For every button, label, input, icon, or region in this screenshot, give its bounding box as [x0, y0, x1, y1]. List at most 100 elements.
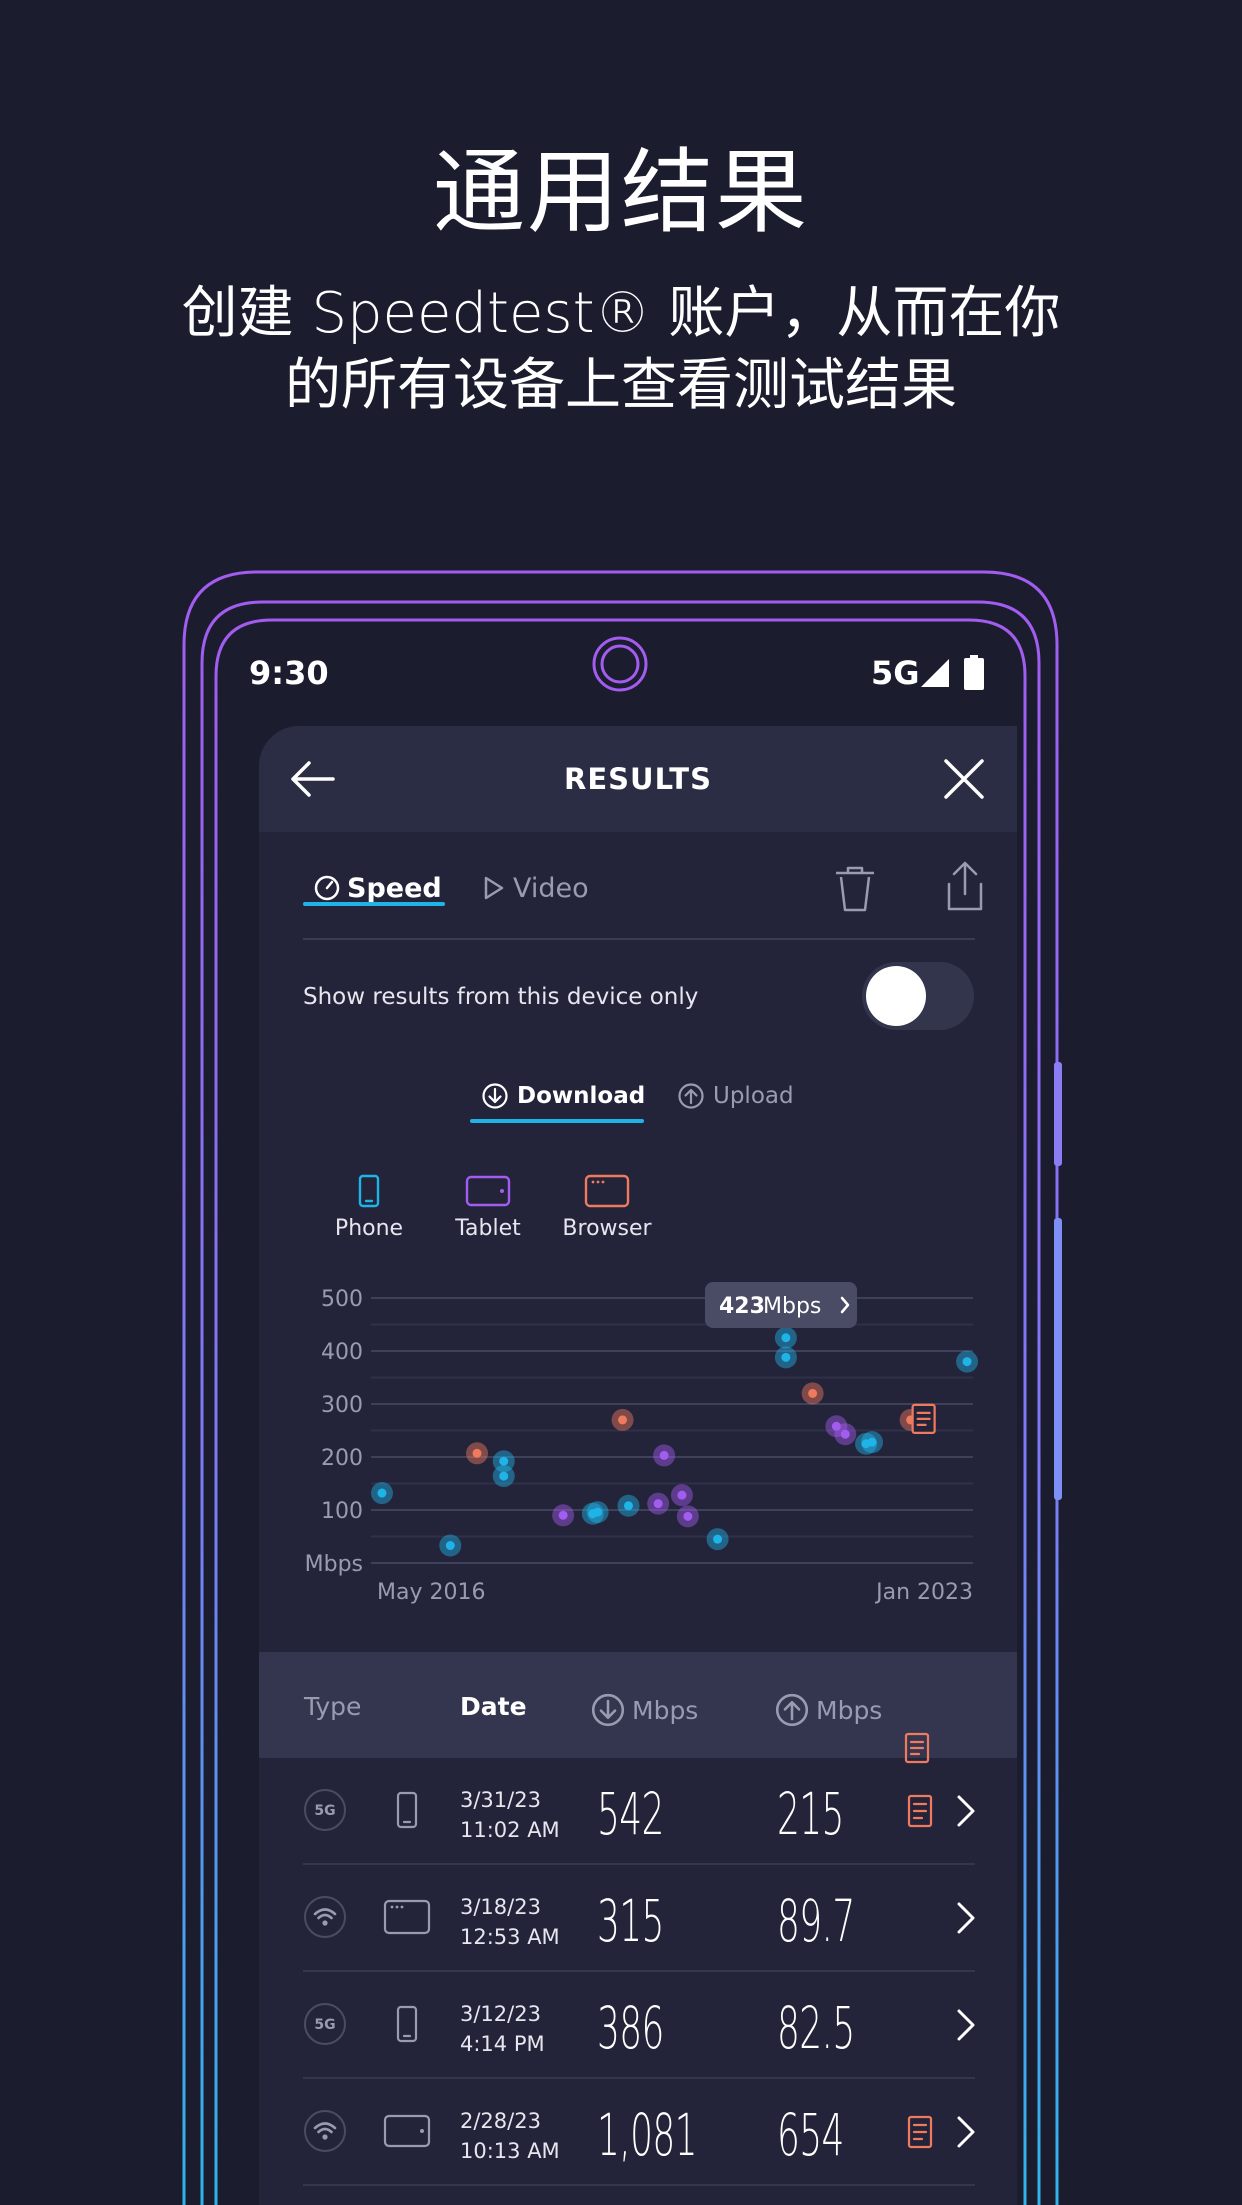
data-point-phone — [781, 1352, 791, 1362]
row-date-time: 11:02 AM — [460, 1818, 560, 1842]
row-date-day: 3/31/23 — [460, 1788, 541, 1812]
row-date: 3/12/23 4:14 PM — [460, 1999, 545, 2059]
row-date-day: 3/12/23 — [460, 2002, 541, 2026]
data-point-tablet — [659, 1450, 669, 1460]
y-tick-label: 100 — [321, 1499, 363, 1524]
column-upload-label: Mbps — [816, 1695, 883, 1725]
battery-icon — [964, 655, 984, 690]
active-tab-indicator — [303, 902, 445, 906]
data-point-phone — [781, 1333, 791, 1343]
row-date-day: 3/18/23 — [460, 1895, 541, 1919]
note-icon[interactable] — [907, 1794, 933, 1828]
direction-indicator — [470, 1119, 644, 1123]
gauge-icon — [314, 875, 340, 901]
phone-icon — [396, 1791, 418, 1829]
legend-browser[interactable]: Browser — [547, 1174, 667, 1241]
note-marker-icon — [911, 1403, 936, 1434]
download-icon — [591, 1693, 625, 1727]
data-point-phone — [623, 1501, 633, 1511]
data-point-phone — [499, 1456, 509, 1466]
tooltip-value: 423 — [719, 1294, 765, 1319]
legend-phone[interactable]: Phone — [309, 1174, 429, 1241]
row-divider — [303, 2184, 975, 2186]
note-icon[interactable] — [907, 2115, 933, 2149]
tab-video-label: Video — [513, 872, 589, 904]
divider — [303, 938, 975, 940]
tablet-icon — [383, 2114, 431, 2148]
row-upload-value: 215 — [777, 1780, 844, 1848]
chevron-right-icon — [957, 1795, 975, 1827]
data-point-tablet — [683, 1511, 693, 1521]
row-upload-value: 82.5 — [777, 1994, 855, 2062]
svg-text:5G: 5G — [314, 2017, 335, 2033]
row-download-value: 542 — [597, 1780, 664, 1848]
row-date: 3/18/23 12:53 AM — [460, 1892, 560, 1952]
tab-video[interactable]: Video — [481, 868, 589, 908]
browser-icon — [383, 1899, 431, 1935]
results-table-header: Type Date Mbps Mbps — [259, 1652, 1017, 1764]
trash-icon[interactable] — [833, 864, 877, 914]
upload-icon — [678, 1083, 704, 1109]
browser-icon — [584, 1174, 630, 1208]
y-tick-label: 500 — [321, 1287, 363, 1312]
table-row[interactable]: 5G 3/31/23 11:02 AM 542 215 — [259, 1758, 1017, 1865]
row-date-time: 12:53 AM — [460, 1925, 560, 1949]
legend-browser-label: Browser — [562, 1216, 652, 1241]
table-row[interactable]: 5G 3/12/23 4:14 PM 386 82.5 — [259, 1972, 1017, 2079]
table-row[interactable]: 2/28/23 10:13 AM 1,081 654 — [259, 2079, 1017, 2186]
row-download-value: 315 — [597, 1887, 664, 1955]
x-end-label: Jan 2023 — [874, 1580, 973, 1605]
tab-download-label: Download — [517, 1083, 646, 1109]
tooltip-unit: Mbps — [763, 1294, 821, 1319]
column-upload[interactable]: Mbps — [774, 1692, 882, 1728]
wifi-icon — [304, 1896, 346, 1938]
data-point-browser — [618, 1415, 628, 1425]
y-tick-label: 200 — [321, 1446, 363, 1471]
download-scatter-chart: 500400300200100MbpsMay 2016 Jan 2023423Mb… — [305, 1282, 979, 1605]
data-point-phone — [377, 1488, 387, 1498]
device-only-label: Show results from this device only — [303, 984, 699, 1010]
data-point-browser — [472, 1448, 482, 1458]
row-date-day: 2/28/23 — [460, 2109, 541, 2133]
legend-phone-label: Phone — [334, 1216, 404, 1241]
column-type[interactable]: Type — [304, 1692, 361, 1721]
share-icon[interactable] — [945, 860, 985, 912]
device-only-toggle[interactable] — [862, 962, 974, 1030]
row-date: 2/28/23 10:13 AM — [460, 2106, 560, 2166]
data-point-browser — [808, 1388, 818, 1398]
upload-icon — [775, 1693, 809, 1727]
row-date-time: 10:13 AM — [460, 2139, 560, 2163]
data-point-phone — [867, 1437, 877, 1447]
5g-icon: 5G — [304, 2003, 346, 2045]
y-tick-label: 400 — [321, 1340, 363, 1365]
row-upload-value: 654 — [777, 2101, 844, 2169]
data-point-tablet — [653, 1499, 663, 1509]
tab-upload-label: Upload — [713, 1083, 794, 1109]
row-date: 3/31/23 11:02 AM — [460, 1785, 560, 1845]
y-tick-label: 300 — [321, 1393, 363, 1418]
results-card: RESULTS Speed Video Show results from th… — [259, 726, 1017, 2205]
data-point-phone — [962, 1357, 972, 1367]
row-upload-value: 89.7 — [777, 1887, 855, 1955]
data-point-tablet — [840, 1429, 850, 1439]
close-icon[interactable] — [941, 756, 987, 802]
table-row[interactable]: 3/18/23 12:53 AM 315 89.7 — [259, 1865, 1017, 1972]
row-download-value: 386 — [597, 1994, 664, 2062]
signal-icon — [921, 659, 949, 687]
status-time: 9:30 — [249, 654, 329, 692]
x-start-label: May 2016 — [377, 1580, 485, 1605]
column-download[interactable]: Mbps — [590, 1692, 698, 1728]
y-tick-label: Mbps — [305, 1552, 363, 1577]
data-point-tablet — [558, 1510, 568, 1520]
tablet-icon — [465, 1175, 511, 1207]
data-point-phone — [593, 1507, 603, 1517]
5g-icon: 5G — [304, 1789, 346, 1831]
phone-icon — [396, 2005, 418, 2043]
tab-download[interactable]: Download — [481, 1082, 645, 1110]
tab-upload[interactable]: Upload — [677, 1082, 794, 1110]
network-label: 5G — [871, 654, 920, 692]
chevron-right-icon — [957, 2116, 975, 2148]
legend-tablet[interactable]: Tablet — [428, 1174, 548, 1241]
play-icon — [484, 876, 504, 900]
column-date[interactable]: Date — [460, 1692, 527, 1721]
